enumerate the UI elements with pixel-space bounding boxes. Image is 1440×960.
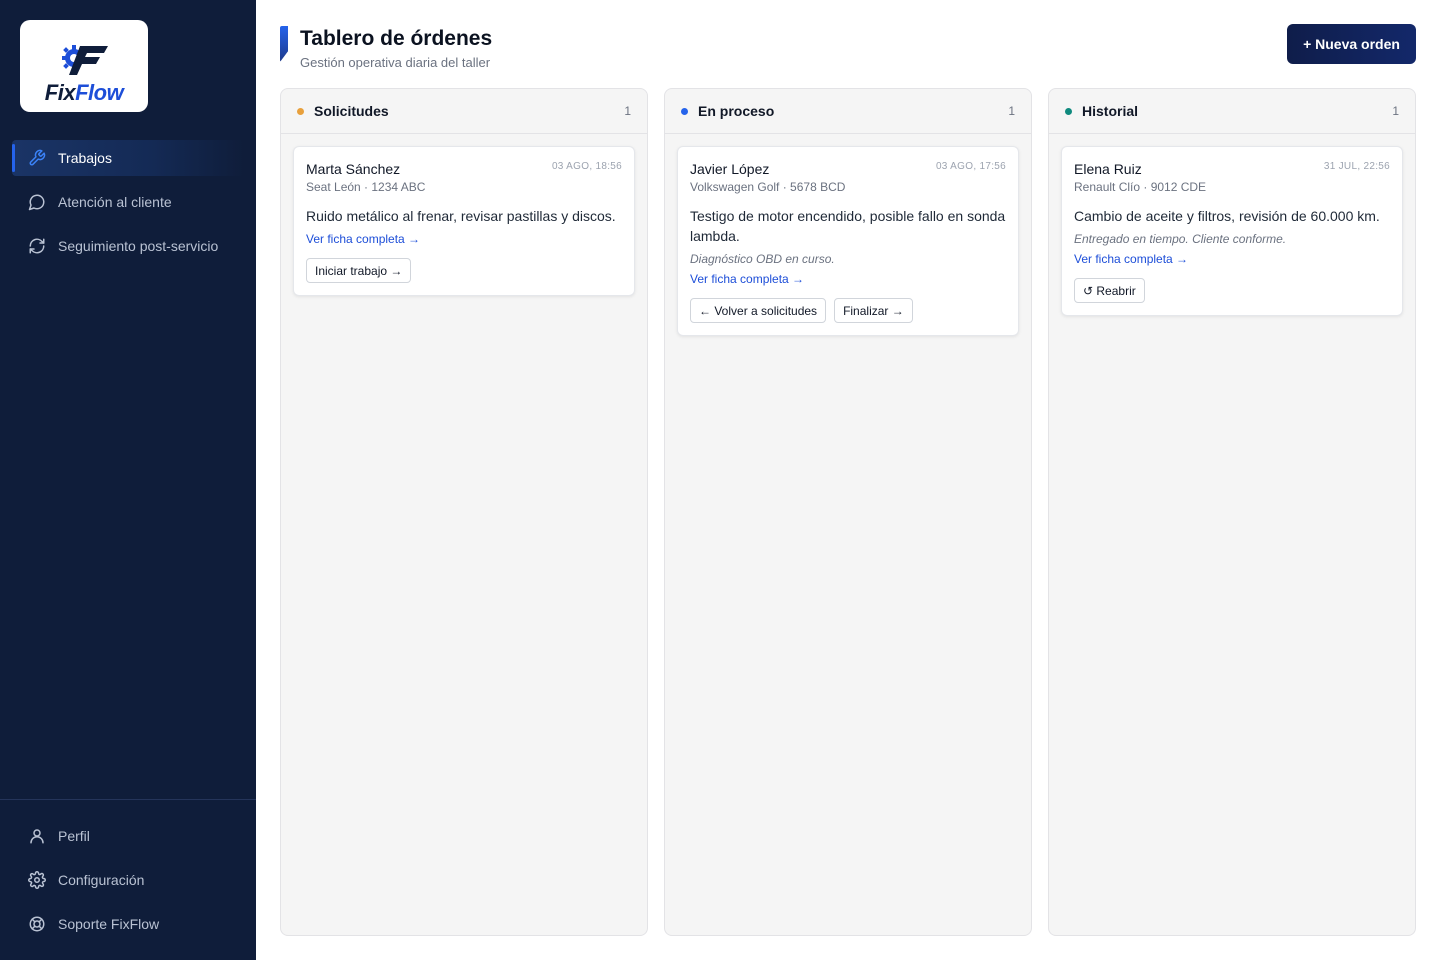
logo-wordmark: FixFlow — [44, 80, 124, 105]
sidebar-item-label: Perfil — [58, 828, 90, 844]
card-actions: Iniciar trabajo → — [306, 258, 622, 283]
sidebar-item-configuracion[interactable]: Configuración — [12, 862, 244, 898]
column-header: Solicitudes 1 — [281, 89, 647, 134]
view-details-link[interactable]: Ver ficha completa → — [306, 232, 420, 246]
back-to-requests-button[interactable]: ← Volver a solicitudes — [690, 298, 827, 323]
sidebar-bottom-nav: Perfil Configuración Soporte FixFlow — [12, 818, 244, 950]
vehicle-info: Seat León · 1234 ABC — [306, 180, 426, 194]
wrench-icon — [28, 149, 46, 167]
status-dot — [1065, 107, 1072, 115]
column-en-proceso: En proceso 1 Javier López 03 AGO, 17:56 … — [664, 88, 1032, 936]
column-historial: Historial 1 Elena Ruiz 31 JUL, 22:56 Ren… — [1048, 88, 1416, 936]
sidebar-divider — [0, 799, 256, 800]
sidebar-item-label: Seguimiento post-servicio — [58, 238, 219, 254]
column-title: En proceso — [698, 103, 775, 119]
sidebar-item-trabajos[interactable]: Trabajos — [12, 140, 244, 176]
column-count: 1 — [624, 104, 631, 118]
vehicle-info: Volkswagen Golf · 5678 BCD — [690, 180, 846, 194]
order-date: 03 AGO, 18:56 — [551, 161, 622, 172]
order-date: 31 JUL, 22:56 — [1323, 161, 1390, 172]
sidebar-item-label: Soporte FixFlow — [58, 916, 160, 932]
sidebar-nav: Trabajos Atención al cliente Seguimiento… — [12, 140, 244, 272]
chat-bubble-icon — [28, 193, 46, 211]
order-card[interactable]: Javier López 03 AGO, 17:56 Volkswagen Go… — [677, 146, 1019, 336]
card-actions: ← Volver a solicitudes Finalizar → — [690, 298, 1006, 323]
status-dot — [681, 107, 688, 115]
sidebar-item-label: Trabajos — [58, 150, 112, 166]
reopen-button[interactable]: ↺ Reabrir — [1074, 278, 1145, 303]
view-details-link[interactable]: Ver ficha completa → — [690, 272, 804, 286]
start-work-button[interactable]: Iniciar trabajo → — [306, 258, 412, 283]
page-subtitle: Gestión operativa diaria del taller — [300, 55, 491, 70]
gear-icon — [28, 871, 46, 889]
refresh-icon — [28, 237, 46, 255]
order-description: Cambio de aceite y filtros, revisión de … — [1074, 208, 1380, 224]
order-description: Testigo de motor encendido, posible fall… — [690, 208, 1006, 244]
sidebar-item-label: Atención al cliente — [58, 194, 172, 210]
order-description: Ruido metálico al frenar, revisar pastil… — [306, 208, 616, 224]
title-accent-bar — [280, 26, 288, 62]
column-title: Historial — [1082, 103, 1139, 119]
fixflow-logo[interactable]: FixFlow — [20, 20, 148, 112]
order-card[interactable]: Elena Ruiz 31 JUL, 22:56 Renault Clío · … — [1061, 146, 1403, 316]
column-header: Historial 1 — [1049, 89, 1415, 134]
card-actions: ↺ Reabrir — [1074, 278, 1390, 303]
view-details-link[interactable]: Ver ficha completa → — [1074, 252, 1188, 266]
order-note: Entregado en tiempo. Cliente conforme. — [1074, 232, 1287, 246]
order-date: 03 AGO, 17:56 — [935, 161, 1006, 172]
column-solicitudes: Solicitudes 1 Marta Sánchez 03 AGO, 18:5… — [280, 88, 648, 936]
sidebar-item-label: Configuración — [58, 872, 145, 888]
column-title: Solicitudes — [314, 103, 389, 119]
sidebar: FixFlow Trabajos Atención al cliente Seg… — [0, 0, 256, 960]
sidebar-item-atencion-cliente[interactable]: Atención al cliente — [12, 184, 244, 220]
column-count: 1 — [1008, 104, 1015, 118]
user-icon — [28, 827, 46, 845]
sidebar-item-soporte[interactable]: Soporte FixFlow — [12, 906, 244, 942]
gear-f-logo-icon — [62, 45, 108, 75]
page-title: Tablero de órdenes — [300, 27, 493, 50]
lifebuoy-icon — [28, 915, 46, 933]
sidebar-item-perfil[interactable]: Perfil — [12, 818, 244, 854]
order-note: Diagnóstico OBD en curso. — [690, 252, 835, 266]
order-card[interactable]: Marta Sánchez 03 AGO, 18:56 Seat León · … — [293, 146, 635, 296]
vehicle-info: Renault Clío · 9012 CDE — [1074, 180, 1207, 194]
finish-button[interactable]: Finalizar → — [834, 298, 913, 323]
column-header: En proceso 1 — [665, 89, 1031, 134]
status-dot — [297, 107, 304, 115]
new-order-button[interactable]: + Nueva orden — [1287, 24, 1416, 64]
sidebar-item-seguimiento[interactable]: Seguimiento post-servicio — [12, 228, 244, 264]
column-count: 1 — [1392, 104, 1399, 118]
